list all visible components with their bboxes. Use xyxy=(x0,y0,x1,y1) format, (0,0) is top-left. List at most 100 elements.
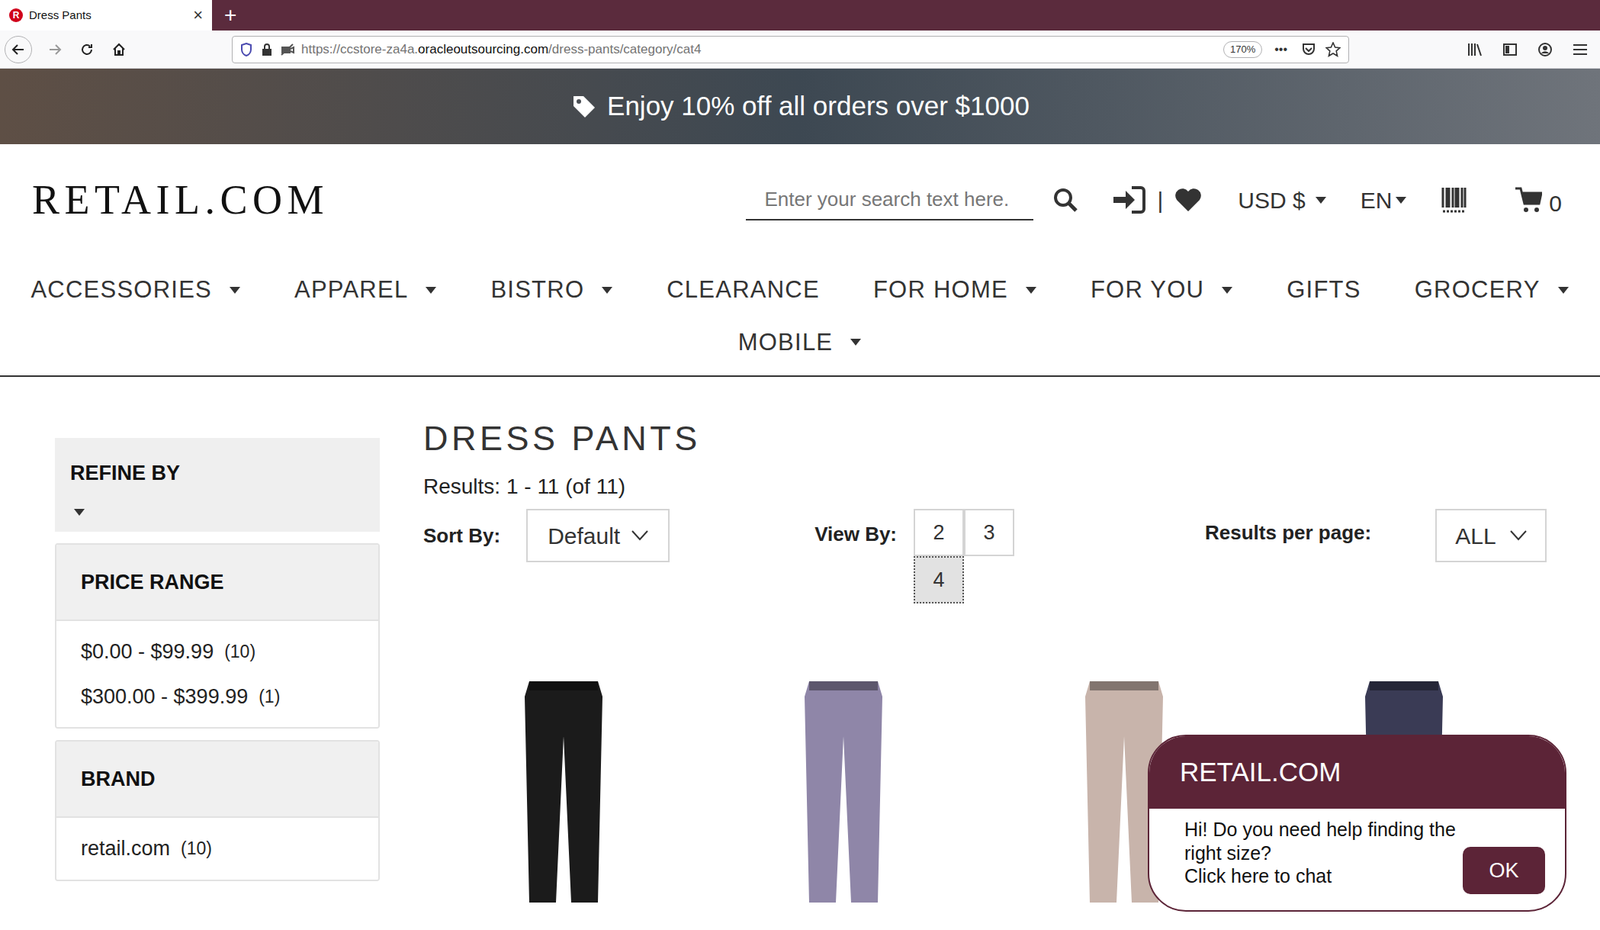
per-page-select[interactable]: ALL xyxy=(1435,508,1547,563)
star-icon[interactable] xyxy=(1323,40,1343,59)
nav-label: CLEARANCE xyxy=(666,272,820,309)
nav-label: MOBILE xyxy=(738,324,834,361)
nav-label: FOR YOU xyxy=(1090,272,1205,309)
product-image[interactable] xyxy=(786,674,901,904)
chat-message[interactable]: Hi! Do you need help finding theright si… xyxy=(1184,817,1456,888)
sign-in-icon[interactable] xyxy=(1111,184,1147,216)
nav-label: ACCESSORIES xyxy=(30,272,213,309)
results-count: Results: 1 - 11 (of 11) xyxy=(423,470,1600,503)
caret-icon xyxy=(1024,285,1038,294)
option-label: retail.com xyxy=(80,832,171,865)
cart-button[interactable]: 0 xyxy=(1513,179,1562,221)
chevron-down-icon xyxy=(631,530,649,541)
caret-icon xyxy=(600,285,614,294)
site-logo[interactable]: RETAIL.COM xyxy=(32,169,329,232)
ok-button[interactable]: OK xyxy=(1462,846,1546,894)
tag-icon xyxy=(570,93,598,121)
nav-label: GIFTS xyxy=(1286,272,1361,309)
page-actions-button[interactable]: ••• xyxy=(1268,40,1294,59)
browser-tab[interactable]: RDress Pants× xyxy=(0,0,213,31)
home-icon[interactable] xyxy=(109,40,129,59)
language-selector[interactable]: EN xyxy=(1360,183,1408,218)
search-input[interactable] xyxy=(745,179,1034,221)
nav-label: FOR HOME xyxy=(873,272,1009,309)
option-label: $300.00 - $399.99 xyxy=(80,681,248,713)
close-tab-button[interactable]: × xyxy=(192,6,203,24)
caret-icon xyxy=(1557,285,1570,294)
lock-icon xyxy=(260,41,274,58)
nav-item[interactable]: MOBILE xyxy=(738,324,863,361)
sort-select[interactable]: Default xyxy=(526,508,670,563)
facet-option[interactable]: retail.com (10) xyxy=(80,832,354,865)
heart-icon[interactable] xyxy=(1173,186,1203,214)
camera-off-icon xyxy=(279,41,296,58)
chat-title: RETAIL.COM xyxy=(1179,751,1341,793)
nav-label: BISTRO xyxy=(490,272,585,309)
url-path: /dress-pants/category/cat4 xyxy=(548,41,701,57)
product-card[interactable] xyxy=(423,674,704,904)
sort-value: Default xyxy=(547,518,621,553)
promo-banner-text[interactable]: Enjoy 10% off all orders over $1000 xyxy=(607,86,1030,127)
nav-item[interactable]: FOR YOU xyxy=(1090,272,1234,309)
reload-icon[interactable] xyxy=(77,40,97,59)
product-image[interactable] xyxy=(506,674,621,904)
nav-item[interactable]: ACCESSORIES xyxy=(30,272,241,309)
option-label: $0.00 - $99.99 xyxy=(80,636,214,668)
nav-label: GROCERY xyxy=(1414,272,1541,309)
nav-item[interactable]: APPAREL xyxy=(294,272,437,309)
menu-icon[interactable] xyxy=(1571,40,1590,59)
back-icon[interactable] xyxy=(4,35,33,64)
account-icon[interactable] xyxy=(1535,40,1555,59)
nav-item[interactable]: CLEARANCE xyxy=(666,272,820,309)
forward-icon[interactable] xyxy=(45,40,65,59)
nav-item[interactable]: GROCERY xyxy=(1414,272,1570,309)
currency-label: USD $ xyxy=(1237,183,1305,218)
view-option[interactable]: 4 xyxy=(913,555,964,604)
caret-icon xyxy=(1394,195,1408,204)
per-page-value: ALL xyxy=(1455,518,1496,553)
facet-header[interactable]: BRAND xyxy=(56,741,379,818)
nav-item[interactable]: FOR HOME xyxy=(873,272,1038,309)
url-prefix: https://ccstore-za4a. xyxy=(301,41,418,57)
facet-panel: BRAND retail.com (10) xyxy=(54,739,380,881)
pocket-icon[interactable] xyxy=(1299,40,1318,59)
nav-label: APPAREL xyxy=(294,272,409,309)
nav-item[interactable]: GIFTS xyxy=(1286,272,1361,309)
option-count: (10) xyxy=(224,638,256,666)
view-option[interactable]: 3 xyxy=(963,508,1015,556)
chat-popup[interactable]: RETAIL.COM Hi! Do you need help finding t… xyxy=(1147,734,1567,912)
facet-header[interactable]: PRICE RANGE xyxy=(56,544,379,621)
facet-panel: PRICE RANGE $0.00 - $99.99 (10) $300.00 - $… xyxy=(54,542,380,729)
new-tab-button[interactable]: + xyxy=(212,4,249,26)
view-option-label: 3 xyxy=(983,517,996,549)
caret-icon xyxy=(424,285,437,294)
address-bar[interactable]: https://ccstore-za4a.oracleoutsourcing.c… xyxy=(231,35,1350,64)
message-line: Click here to chat xyxy=(1184,864,1456,888)
view-option-label: 4 xyxy=(933,564,945,596)
zoom-badge[interactable]: 170% xyxy=(1223,41,1263,58)
shield-icon[interactable] xyxy=(238,41,254,58)
search-icon[interactable] xyxy=(1050,184,1081,216)
product-card[interactable] xyxy=(703,674,985,904)
view-option[interactable]: 2 xyxy=(913,508,964,556)
facet-option[interactable]: $0.00 - $99.99 (10) xyxy=(80,636,354,668)
message-line: Hi! Do you need help finding the xyxy=(1184,817,1456,842)
url-domain: oracleoutsourcing.com xyxy=(417,41,549,57)
sidebar-icon[interactable] xyxy=(1500,40,1520,59)
cart-count: 0 xyxy=(1548,186,1562,221)
barcode-icon[interactable] xyxy=(1440,185,1469,215)
cart-icon xyxy=(1513,185,1543,215)
library-icon[interactable] xyxy=(1465,40,1485,59)
option-count: (10) xyxy=(180,835,213,862)
refine-panel[interactable]: REFINE BY xyxy=(54,437,380,532)
url[interactable]: https://ccstore-za4a.oracleoutsourcing.c… xyxy=(301,39,1218,60)
caret-icon xyxy=(1220,285,1234,294)
separator: | xyxy=(1156,183,1164,218)
nav-item[interactable]: BISTRO xyxy=(490,272,614,309)
message-line: right size? xyxy=(1184,841,1456,865)
option-count: (1) xyxy=(258,683,280,711)
chevron-down-icon xyxy=(1510,530,1527,541)
facet-option[interactable]: $300.00 - $399.99 (1) xyxy=(80,681,354,713)
sort-label: Sort By: xyxy=(423,520,501,551)
currency-selector[interactable]: USD $ xyxy=(1237,183,1327,218)
